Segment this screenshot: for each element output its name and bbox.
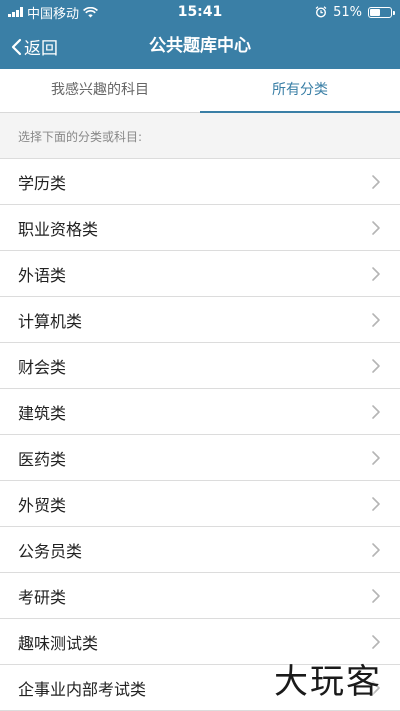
list-item-label: 外贸类 [18,495,67,515]
alarm-clock-icon [315,6,327,18]
back-button[interactable]: 返回 [10,24,58,69]
list-item[interactable]: 建筑类 [0,389,400,435]
chevron-right-icon [372,174,380,189]
list-item-label: 财会类 [18,357,67,377]
section-hint: 选择下面的分类或科目: [0,113,400,158]
chevron-right-icon [372,634,380,649]
chevron-right-icon [372,496,380,511]
chevron-left-icon [11,38,22,55]
tab-interested-subjects[interactable]: 我感兴趣的科目 [0,69,200,112]
list-item-label: 外语类 [18,265,67,285]
tab-bar: 我感兴趣的科目 所有分类 [0,69,400,113]
signal-icon [8,7,23,17]
list-item-label: 计算机类 [18,311,83,331]
list-item[interactable]: 考研类 [0,573,400,619]
page-title: 公共题库中心 [149,36,251,56]
list-item-label: 公务员类 [18,541,83,561]
list-item-label: 建筑类 [18,403,67,423]
status-right: 51% [315,4,395,20]
list-item-label: 考研类 [18,587,67,607]
list-item-label: 学历类 [18,173,67,193]
nav-bar: 返回 公共题库中心 [0,24,400,69]
list-item[interactable]: 财会类 [0,343,400,389]
category-list: 学历类 职业资格类 外语类 计算机类 财会类 建筑类 医药类 外贸类 公务员类 … [0,158,400,711]
chevron-right-icon [372,588,380,603]
back-button-label: 返回 [24,39,58,59]
list-item[interactable]: 公务员类 [0,527,400,573]
battery-icon [368,6,395,18]
list-item-label: 趣味测试类 [18,633,99,653]
list-item[interactable]: 计算机类 [0,297,400,343]
chevron-right-icon [372,266,380,281]
list-item[interactable]: 学历类 [0,159,400,205]
list-item[interactable]: 外贸类 [0,481,400,527]
tab-all-categories[interactable]: 所有分类 [200,69,400,113]
chevron-right-icon [372,450,380,465]
list-item[interactable]: 医药类 [0,435,400,481]
list-item-label: 医药类 [18,449,67,469]
chevron-right-icon [372,404,380,419]
carrier-label: 中国移动 [27,6,80,22]
battery-percent: 51% [333,4,362,20]
watermark-logo: 大玩客 [274,662,382,702]
status-left: 中国移动 [8,3,315,22]
chevron-right-icon [372,312,380,327]
list-item-label: 职业资格类 [18,219,99,239]
list-item-label: 企事业内部考试类 [18,679,147,699]
status-bar: 中国移动 15:41 51% [0,0,400,24]
wifi-icon [83,6,98,17]
chevron-right-icon [372,220,380,235]
list-item[interactable]: 外语类 [0,251,400,297]
chevron-right-icon [372,358,380,373]
battery-fill [370,8,381,16]
list-item[interactable]: 职业资格类 [0,205,400,251]
chevron-right-icon [372,542,380,557]
